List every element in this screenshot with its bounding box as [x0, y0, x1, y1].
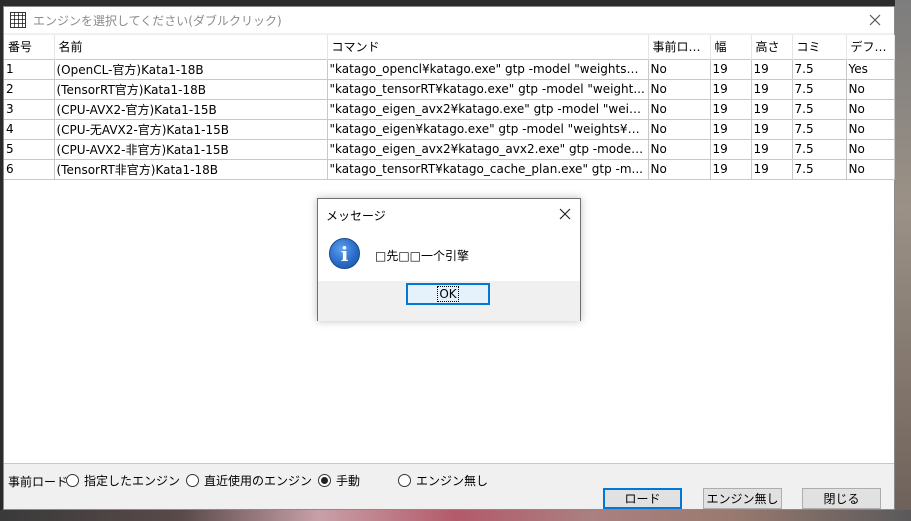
column-header-name[interactable]: 名前: [54, 35, 328, 59]
radio-label: エンジン無し: [416, 474, 489, 488]
dialog-message: □先□□一个引擎: [375, 249, 470, 263]
table-row[interactable]: 6 (TensorRT非官方)Kata1-18B "katago_tensorR…: [4, 159, 895, 180]
cell-command: "katago_tensorRT¥katago.exe" gtp -model …: [327, 79, 649, 100]
cell-name: (CPU-AVX2-官方)Kata1-15B: [54, 99, 328, 120]
app-icon: [10, 12, 26, 28]
close-icon: [869, 14, 881, 26]
cell-default: No: [846, 159, 895, 180]
cell-command: "katago_tensorRT¥katago_cache_plan.exe" …: [327, 159, 649, 180]
column-header-height[interactable]: 高さ: [751, 35, 793, 59]
cell-komi: 7.5: [792, 119, 847, 140]
column-header-command[interactable]: コマンド: [327, 35, 649, 59]
radio-label: 直近使用のエンジン: [204, 474, 313, 488]
cell-name: (CPU-无AVX2-官方)Kata1-15B: [54, 119, 328, 140]
cell-name: (OpenCL-官方)Kata1-18B: [54, 58, 328, 80]
desktop-background-bottom: [0, 510, 911, 521]
cell-komi: 7.5: [792, 159, 847, 180]
column-header-number[interactable]: 番号: [4, 35, 55, 59]
table-row[interactable]: 3 (CPU-AVX2-官方)Kata1-15B "katago_eigen_a…: [4, 99, 895, 120]
cell-height: 19: [751, 119, 793, 140]
cell-default: No: [846, 119, 895, 140]
cell-name: (CPU-AVX2-非官方)Kata1-15B: [54, 139, 328, 160]
cell-height: 19: [751, 159, 793, 180]
cell-command: "katago_eigen_avx2¥katago_avx2.exe" gtp …: [327, 139, 649, 160]
cell-width: 19: [710, 99, 752, 120]
no-engine-button[interactable]: エンジン無し: [703, 488, 782, 509]
cell-height: 19: [751, 139, 793, 160]
cell-width: 19: [710, 159, 752, 180]
cell-height: 19: [751, 99, 793, 120]
cell-default: No: [846, 139, 895, 160]
table-row[interactable]: 2 (TensorRT官方)Kata1-18B "katago_tensorRT…: [4, 79, 895, 100]
cell-height: 19: [751, 58, 793, 80]
cell-number: 2: [4, 79, 55, 100]
cell-command: "katago_opencl¥katago.exe" gtp -model "w…: [327, 58, 649, 80]
cell-preload: No: [648, 119, 711, 140]
dialog-close-button[interactable]: [556, 205, 574, 223]
cell-height: 19: [751, 79, 793, 100]
cell-command: "katago_eigen_avx2¥katago.exe" gtp -mode…: [327, 99, 649, 120]
radio-button[interactable]: [66, 474, 79, 487]
cell-preload: No: [648, 139, 711, 160]
load-button[interactable]: ロード: [603, 488, 682, 509]
message-dialog: メッセージ i □先□□一个引擎 OK: [317, 198, 581, 321]
cell-command: "katago_eigen¥katago.exe" gtp -model "we…: [327, 119, 649, 140]
radio-manual[interactable]: 手動: [318, 472, 360, 489]
ok-button-label: OK: [437, 286, 459, 302]
cell-number: 1: [4, 58, 55, 80]
cell-default: No: [846, 99, 895, 120]
cell-number: 4: [4, 119, 55, 140]
desktop-background-right: [895, 0, 911, 521]
cell-number: 6: [4, 159, 55, 180]
radio-button[interactable]: [186, 474, 199, 487]
cell-default: No: [846, 79, 895, 100]
dialog-titlebar[interactable]: メッセージ: [318, 199, 580, 229]
cell-default: Yes: [846, 58, 895, 80]
dialog-button-bar: OK: [318, 281, 580, 321]
close-icon: [559, 208, 571, 220]
radio-button[interactable]: [398, 474, 411, 487]
radio-button[interactable]: [318, 474, 331, 487]
cell-width: 19: [710, 79, 752, 100]
cell-komi: 7.5: [792, 58, 847, 80]
footer-panel: 事前ロード 指定したエンジン 直近使用のエンジン 手動 エンジン無し ロード エ…: [4, 463, 894, 509]
cell-preload: No: [648, 99, 711, 120]
cell-komi: 7.5: [792, 99, 847, 120]
cell-komi: 7.5: [792, 79, 847, 100]
dialog-title: メッセージ: [326, 209, 386, 223]
radio-no-engine[interactable]: エンジン無し: [398, 472, 488, 489]
cell-komi: 7.5: [792, 139, 847, 160]
cell-width: 19: [710, 58, 752, 80]
cell-preload: No: [648, 58, 711, 80]
window-titlebar[interactable]: エンジンを選択してください(ダブルクリック): [4, 7, 894, 33]
radio-label: 指定したエンジン: [84, 474, 181, 488]
radio-specified-engine[interactable]: 指定したエンジン: [66, 472, 180, 489]
cell-width: 19: [710, 139, 752, 160]
close-button[interactable]: 閉じる: [802, 488, 881, 509]
radio-recent-engine[interactable]: 直近使用のエンジン: [186, 472, 312, 489]
column-header-default[interactable]: デフォ...: [846, 35, 895, 59]
cell-number: 5: [4, 139, 55, 160]
radio-label: 手動: [336, 474, 361, 488]
cell-preload: No: [648, 159, 711, 180]
cell-preload: No: [648, 79, 711, 100]
preload-label: 事前ロード: [8, 475, 69, 489]
cell-number: 3: [4, 99, 55, 120]
column-header-preload[interactable]: 事前ロード: [648, 35, 711, 59]
cell-name: (TensorRT官方)Kata1-18B: [54, 79, 328, 100]
window-title: エンジンを選択してください(ダブルクリック): [33, 13, 282, 28]
column-header-width[interactable]: 幅: [710, 35, 752, 59]
table-row[interactable]: 4 (CPU-无AVX2-官方)Kata1-15B "katago_eigen¥…: [4, 119, 895, 140]
window-close-button[interactable]: [860, 7, 890, 33]
column-header-komi[interactable]: コミ: [792, 35, 847, 59]
ok-button[interactable]: OK: [406, 283, 490, 305]
cell-name: (TensorRT非官方)Kata1-18B: [54, 159, 328, 180]
info-icon: i: [329, 238, 360, 269]
cell-width: 19: [710, 119, 752, 140]
table-header-row: 番号 名前 コマンド 事前ロード 幅 高さ コミ デフォ...: [4, 35, 895, 59]
table-row[interactable]: 1 (OpenCL-官方)Kata1-18B "katago_opencl¥ka…: [4, 58, 895, 80]
table-row[interactable]: 5 (CPU-AVX2-非官方)Kata1-15B "katago_eigen_…: [4, 139, 895, 160]
